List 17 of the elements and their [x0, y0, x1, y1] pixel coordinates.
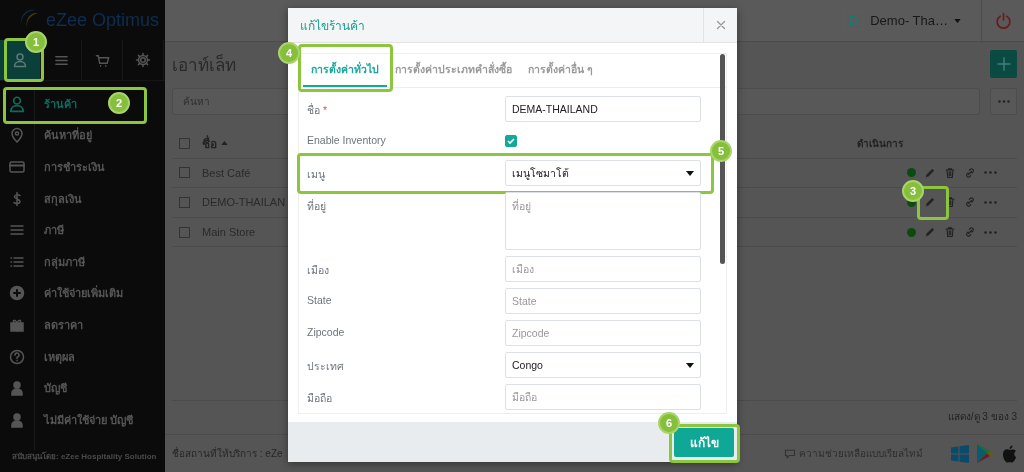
field-label: เมือง	[307, 263, 330, 278]
step-badge: 3	[902, 180, 924, 203]
field-label: ชื่อ *	[307, 102, 329, 118]
field-label: Zipcode	[307, 325, 346, 338]
step-badge: 1	[25, 31, 47, 53]
field-label: ที่อยู่	[307, 198, 327, 215]
field-label: เมนู	[307, 167, 326, 183]
step-badge: 5	[710, 140, 732, 162]
step-badge: 2	[108, 92, 130, 114]
field-label: Enable Inventory	[307, 133, 387, 146]
step-badge: 6	[658, 411, 680, 434]
field-label: State	[307, 293, 333, 306]
field-label: มือถือ	[307, 391, 333, 406]
app-logo-text: eZee Optimus	[46, 9, 160, 31]
sidebar-footer-text: สนับสนุนโดย: eZee Hospitality Solution	[11, 450, 158, 463]
field-label: ประเทศ	[307, 359, 345, 374]
dialog-title: แก้ไขร้านค้า	[299, 17, 365, 35]
